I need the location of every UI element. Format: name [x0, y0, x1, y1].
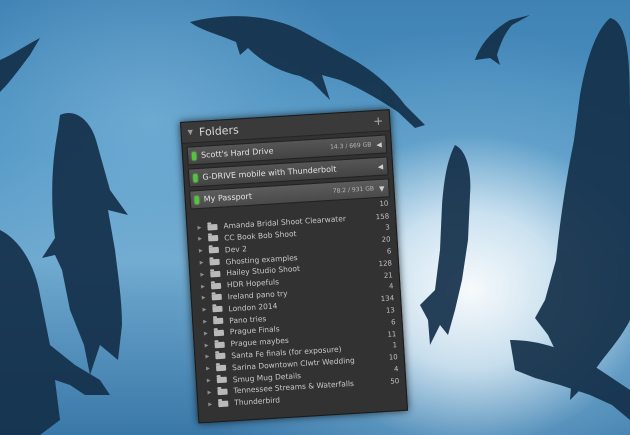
volume-status-icon	[191, 151, 197, 160]
disclosure-triangle-icon[interactable]: ▶	[203, 318, 213, 325]
folder-count: 4	[388, 282, 394, 292]
folder-count: 20	[381, 235, 391, 245]
folder-count: 3	[385, 223, 391, 233]
folder-icon	[213, 329, 225, 337]
shark-left-top	[0, 38, 40, 92]
collapse-arrow-icon[interactable]: ▼	[379, 184, 385, 192]
disclosure-triangle-icon[interactable]: ▶	[208, 401, 218, 407]
volume-status-icon	[194, 195, 200, 204]
folder-count: 10	[388, 353, 399, 362]
folder-count: 158	[375, 212, 390, 221]
disclosure-triangle-icon[interactable]: ▶	[198, 236, 208, 242]
disclosure-triangle-icon[interactable]: ▶	[202, 307, 212, 313]
shark-left-large	[42, 112, 128, 376]
disclosure-triangle-icon[interactable]: ▶	[202, 295, 212, 301]
disclosure-triangle-icon[interactable]: ▶	[204, 330, 214, 337]
folder-icon	[215, 353, 226, 360]
disclosure-triangle-icon[interactable]: ▶	[199, 248, 209, 254]
shark-center-right	[420, 145, 471, 345]
folder-icon	[214, 341, 225, 348]
folder-icon	[213, 317, 224, 325]
folder-icon	[208, 247, 220, 254]
folders-panel: ▼ Folders + Scott's Hard Drive 14.3 / 66…	[180, 109, 409, 424]
disclosure-triangle-icon[interactable]: ▶	[201, 283, 211, 289]
folder-icon	[210, 270, 221, 278]
folder-count: 128	[378, 259, 393, 269]
shark-right-large	[535, 18, 630, 400]
expand-arrow-icon[interactable]: ◀	[377, 162, 383, 170]
folder-count: 4	[393, 365, 399, 374]
folder-icon	[212, 306, 223, 313]
folder-count	[382, 393, 400, 394]
folder-list: ▶ Amanda Bridal Shoot Clearwater 158 ▶ CC Bo…	[187, 210, 406, 411]
disclosure-triangle-icon[interactable]: ▶	[199, 260, 209, 266]
disclosure-triangle-icon[interactable]: ▶	[205, 354, 215, 360]
folder-count: 11	[387, 329, 397, 339]
volume-status-icon	[193, 173, 198, 182]
volume-photo-count: 10	[379, 199, 389, 208]
folder-count: 1	[392, 341, 398, 350]
folder-count: 134	[380, 294, 395, 304]
disclosure-triangle-icon[interactable]: ▶	[205, 342, 215, 348]
collapse-triangle-icon[interactable]: ▼	[187, 128, 193, 136]
folder-icon	[211, 294, 222, 301]
folder-count: 13	[385, 306, 396, 315]
folder-icon	[218, 400, 229, 407]
folder-icon	[208, 235, 219, 242]
shark-top-right-small	[475, 15, 530, 65]
disclosure-triangle-icon[interactable]: ▶	[206, 366, 216, 372]
folder-icon	[216, 376, 228, 384]
disclosure-triangle-icon[interactable]: ▶	[207, 377, 217, 384]
volume-size: 14.3 / 669 GB	[329, 141, 372, 151]
volume-name: Scott's Hard Drive	[200, 146, 274, 160]
folder-count: 6	[390, 318, 396, 327]
folder-count: 21	[383, 270, 393, 280]
volume-name: G-DRIVE mobile with Thunderbolt	[202, 164, 337, 182]
disclosure-triangle-icon[interactable]: ▶	[197, 224, 207, 231]
folder-icon	[217, 388, 228, 396]
panel-title: Folders	[198, 122, 240, 139]
folder-icon	[215, 364, 227, 372]
folder-count: 50	[390, 376, 400, 386]
volume-size: 78.2 / 931 GB	[332, 185, 375, 195]
folder-icon	[209, 258, 220, 266]
folder-icon	[207, 223, 218, 231]
expand-arrow-icon[interactable]: ◀	[376, 140, 382, 148]
folder-icon	[210, 282, 222, 290]
folder-count: 6	[386, 247, 392, 256]
disclosure-triangle-icon[interactable]: ▶	[207, 389, 217, 395]
plus-icon[interactable]: +	[373, 114, 384, 129]
disclosure-triangle-icon[interactable]: ▶	[200, 271, 210, 278]
